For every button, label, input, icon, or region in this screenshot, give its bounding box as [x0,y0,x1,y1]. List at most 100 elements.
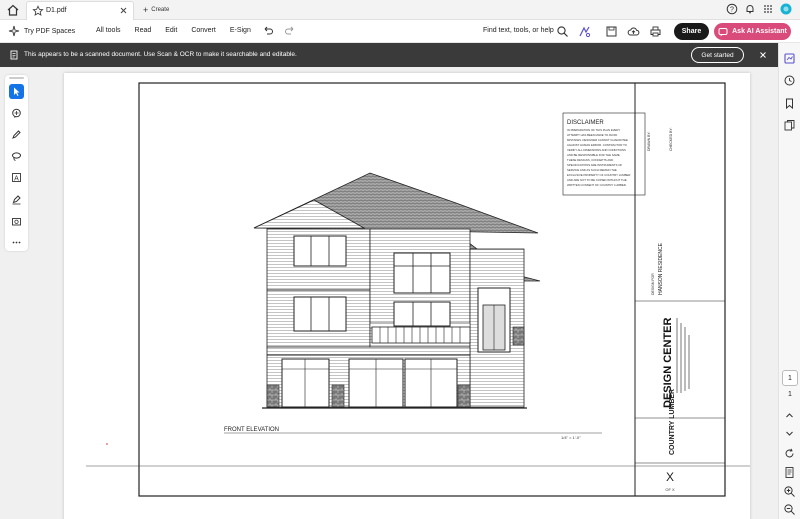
menu-edit[interactable]: Edit [165,27,177,34]
comment-icon [12,108,21,118]
document-tab[interactable]: D1.pdf [26,1,134,20]
text-tool[interactable]: A [9,170,24,185]
front-elevation-label: FRONT ELEVATION [224,427,279,433]
redo-icon[interactable] [284,25,296,37]
help-icon[interactable]: ? [726,3,738,15]
ai-assistant-icon [718,27,728,36]
sparkle-icon [8,25,20,37]
company-logo: COUNTRY LUMBER [669,389,676,455]
disclaimer-line: ATTEMPT HAS BEEN MADE TO AVOID [567,133,617,137]
star-icon[interactable] [32,5,44,17]
ai-tools-icon[interactable] [578,25,591,38]
address-lines [676,318,690,393]
text-box-icon: A [12,173,21,182]
document-viewport[interactable]: DISCLAIMER IN PREPARATION OF THIS PLAN E… [36,67,778,519]
apps-grid-icon[interactable] [762,3,774,15]
create-button[interactable]: + Create [137,3,175,17]
share-button[interactable]: Share [674,23,709,40]
drawn-by-label: DRAWN BY: [647,131,651,151]
total-pages: 1 [788,391,792,398]
lasso-icon [12,152,21,161]
current-page-input[interactable]: 1 [782,370,798,386]
print-icon[interactable] [649,25,662,38]
checked-by-label: CHECKED BY: [669,127,673,151]
disclaimer-line: MISTAKES. DESIGNER CANNOT GUARANTEE [567,138,628,142]
home-icon[interactable] [6,3,20,17]
disclaimer-title: DISCLAIMER [567,120,604,126]
signature-pen-icon [12,195,21,205]
pdf-page: DISCLAIMER IN PREPARATION OF THIS PLAN E… [64,73,750,519]
menu-esign[interactable]: E-Sign [230,27,251,34]
project-name: HANSON RESIDENCE [658,242,664,295]
pdf-spaces-icon[interactable] [783,52,796,65]
disclaimer-line: AND BE RESPONSIBLE FOR THE SAME. [567,153,621,157]
select-tool[interactable] [9,84,24,99]
more-tools[interactable] [9,235,24,250]
refresh-icon[interactable] [783,447,796,460]
pages-icon[interactable] [783,119,796,132]
disclaimer-line: IN PREPARATION OF THIS PLAN EVERY [567,128,620,132]
tab-bar: D1.pdf + Create ? [0,0,800,20]
disclaimer-line: SPECIFICATIONS ARE INSTRUMENTS OF [567,163,622,167]
design-for-label: DESIGN FOR [651,273,655,295]
disclaimer-line: WRITTEN CONSENT OF COUNTRY LUMBER. [567,183,627,187]
close-icon[interactable] [758,50,768,60]
add-comment-tool[interactable] [9,106,24,121]
tab-title: D1.pdf [46,7,67,14]
image-tool[interactable] [9,214,24,229]
svg-text:A: A [14,175,19,182]
notifications-icon[interactable] [744,3,756,15]
ask-ai-label: Ask AI Assistant [732,28,787,35]
more-icon [12,241,21,244]
window [393,252,451,294]
search-icon[interactable] [556,25,569,38]
stone-column [266,384,280,408]
menu-all-tools[interactable]: All tools [96,27,121,34]
avatar[interactable] [780,3,792,15]
top-menu: All tools Read Edit Convert E-Sign [96,27,251,34]
find-text-label[interactable]: Find text, tools, or help [483,27,554,34]
disclaimer-line: VERIFY ALL DIMENSIONS AND CONDITIONS [567,148,626,152]
zoom-in-icon[interactable] [783,485,796,498]
garage-door [281,358,330,408]
draw-tool[interactable] [9,127,24,142]
menu-read[interactable]: Read [135,27,152,34]
bookmark-icon[interactable] [783,97,796,110]
get-started-button[interactable]: Get started [691,47,744,63]
sheet-of: OF X [665,487,675,492]
zoom-out-icon[interactable] [783,503,796,516]
plus-icon: + [143,5,149,15]
stone-column [457,384,471,408]
architectural-drawing: DISCLAIMER IN PREPARATION OF THIS PLAN E… [86,82,750,497]
menu-convert[interactable]: Convert [191,27,216,34]
try-pdf-spaces-button[interactable]: Try PDF Spaces [8,25,75,37]
ask-ai-assistant-button[interactable]: Ask AI Assistant [714,23,791,40]
disclaimer-line: EXCLUSIVE PROPERTY OF COUNTRY LUMBER [567,173,630,177]
history-icon[interactable] [783,74,796,87]
sign-tool[interactable] [9,192,24,207]
banner-message: This appears to be a scanned document. U… [24,51,297,58]
disclaimer-line: AGAINST HUMAN ERROR. CONTRACTOR TO [567,143,628,147]
document-icon [10,50,18,60]
freeform-tool[interactable] [9,149,24,164]
close-icon[interactable] [118,5,129,16]
sheet-number: X [666,470,674,484]
chevron-down-icon[interactable] [783,427,796,440]
upload-cloud-icon[interactable] [627,25,640,38]
balcony-railing [371,326,471,344]
chevron-up-icon[interactable] [783,409,796,422]
undo-icon[interactable] [262,25,274,37]
save-icon[interactable] [605,25,618,38]
scan-notification-banner: This appears to be a scanned document. U… [0,43,800,67]
window [393,301,451,327]
disclaimer-text: IN PREPARATION OF THIS PLAN EVERY ATTEMP… [567,128,630,187]
image-icon [12,218,21,226]
main-toolbar: Try PDF Spaces All tools Read Edit Conve… [0,20,800,43]
window [293,235,347,267]
pen-icon [12,130,21,139]
panel-handle[interactable] [9,77,24,79]
stone-column [512,326,525,346]
create-label: Create [151,7,170,13]
page-view-icon[interactable] [783,466,796,479]
svg-text:?: ? [730,6,734,13]
